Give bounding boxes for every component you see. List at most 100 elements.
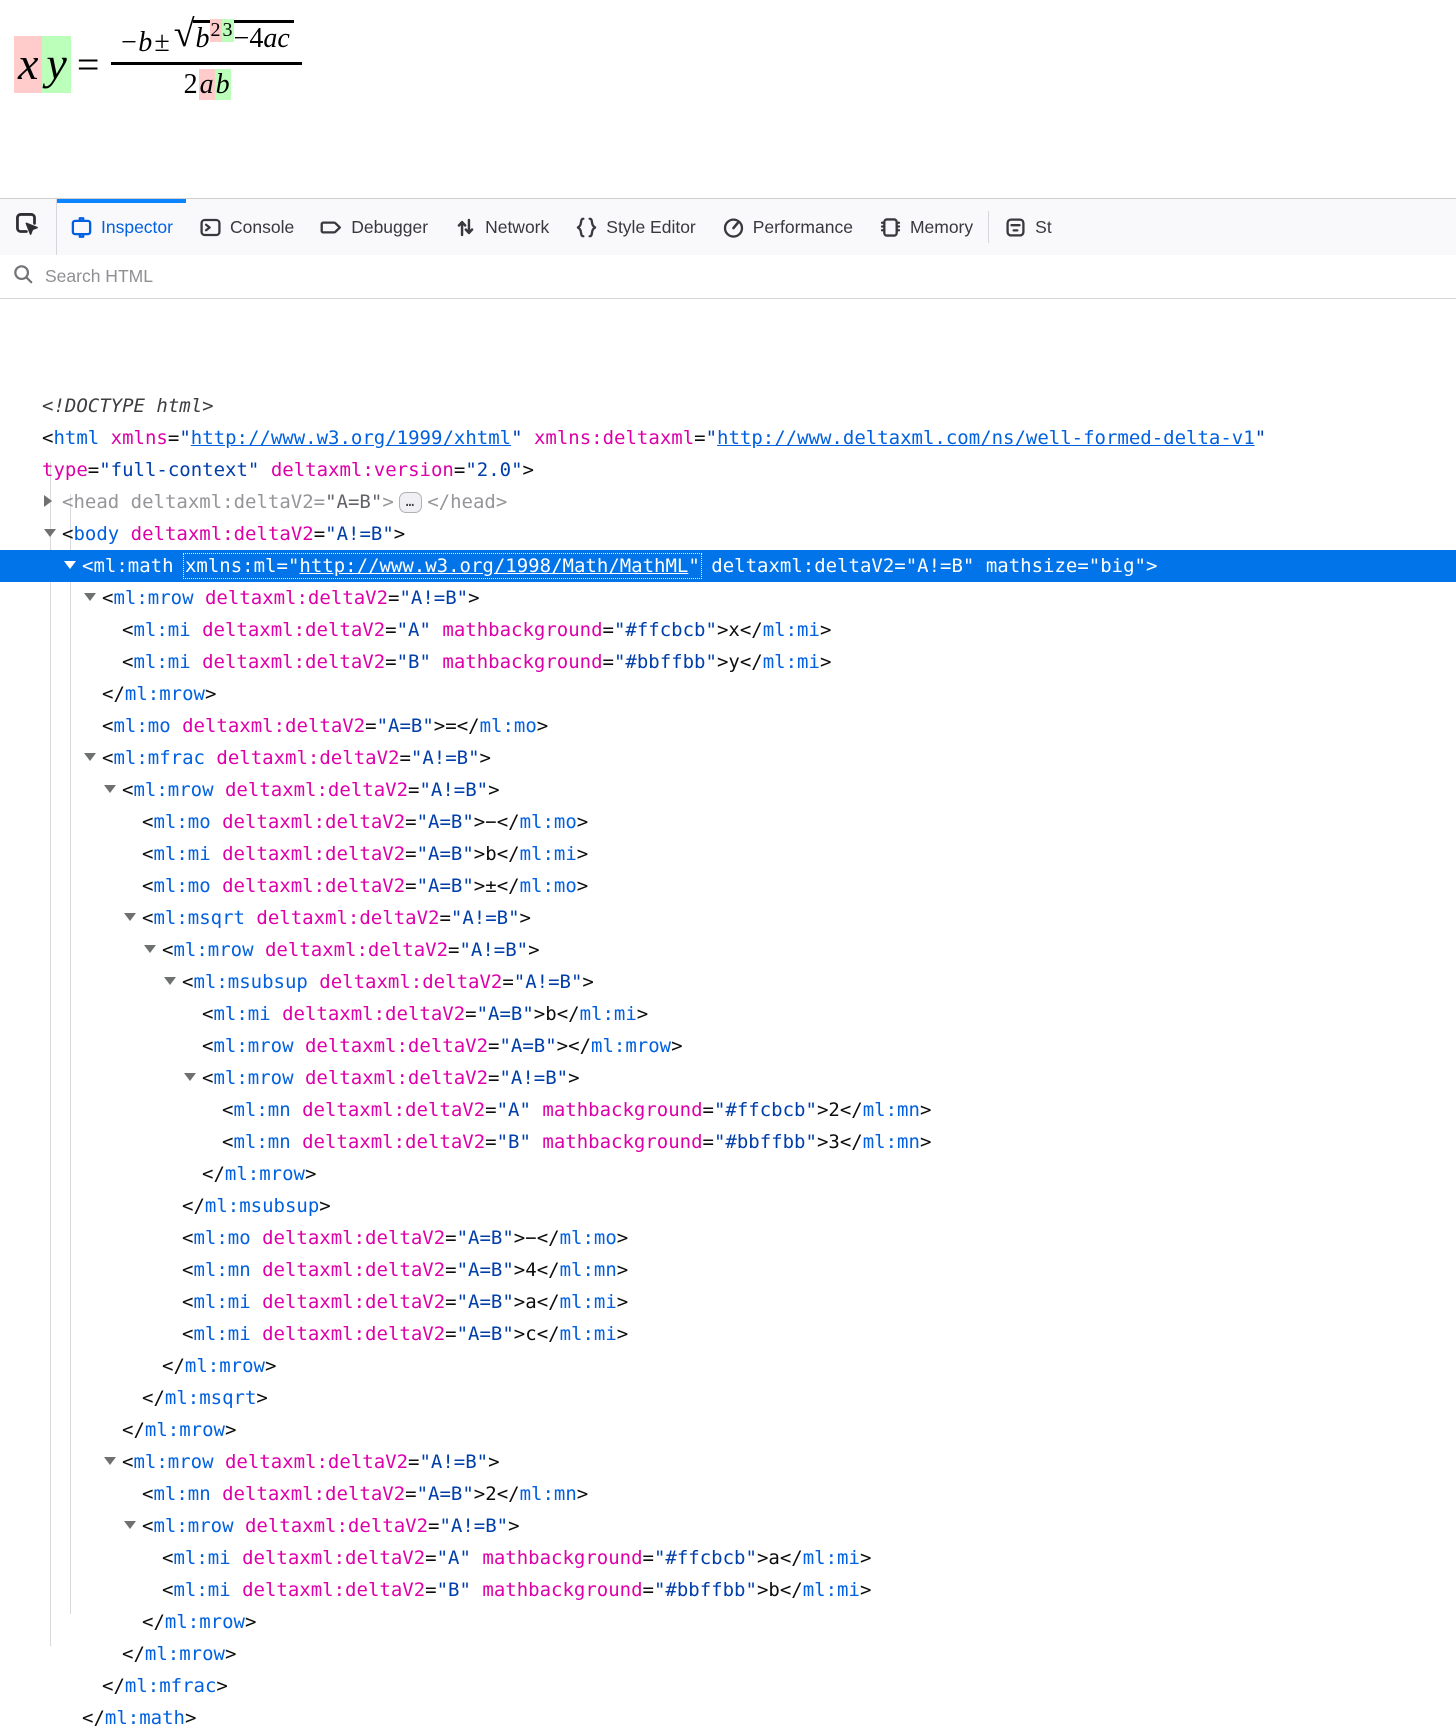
markup-node-row[interactable]: </ml:mrow> — [0, 678, 1456, 710]
attribute-link[interactable]: http://www.deltaxml.com/ns/well-formed-d… — [717, 427, 1255, 449]
markup-node-row[interactable]: </ml:mrow> — [0, 1350, 1456, 1382]
markup-node-row[interactable]: <ml:mrow deltaxml:deltaV2="A!=B"> — [0, 1510, 1456, 1542]
code-punctuation: > — [514, 1227, 525, 1249]
markup-node-row[interactable]: <ml:mi deltaxml:deltaV2="A=B">b</ml:mi> — [0, 998, 1456, 1030]
expand-arrow-icon[interactable] — [104, 1446, 122, 1478]
attribute-name: deltaxml:deltaV2 — [242, 1579, 425, 1601]
tab-label: Performance — [753, 217, 853, 238]
markup-node-row[interactable]: <ml:mi deltaxml:deltaV2="A" mathbackgrou… — [0, 1542, 1456, 1574]
markup-node-row[interactable]: <ml:mi deltaxml:deltaV2="B" mathbackgrou… — [0, 646, 1456, 678]
markup-node-row[interactable]: <ml:mn deltaxml:deltaV2="B" mathbackgrou… — [0, 1126, 1456, 1158]
expand-arrow-icon[interactable] — [124, 1510, 142, 1542]
tag-name: ml:mo — [520, 811, 577, 833]
markup-node-row[interactable]: <ml:mo deltaxml:deltaV2="A=B">=</ml:mo> — [0, 710, 1456, 742]
tab-inspector[interactable]: Inspector — [57, 199, 186, 255]
markup-node-row[interactable]: <ml:msqrt deltaxml:deltaV2="A!=B"> — [0, 902, 1456, 934]
text-node: a — [768, 1547, 779, 1569]
markup-node-row[interactable]: <ml:mrow deltaxml:deltaV2="A!=B"> — [0, 774, 1456, 806]
code-punctuation — [294, 1067, 305, 1089]
doctype-text: <!DOCTYPE html> — [42, 395, 214, 417]
markup-node-row[interactable]: <ml:mo deltaxml:deltaV2="A=B">−</ml:mo> — [0, 1222, 1456, 1254]
markup-node-row[interactable]: <ml:mrow deltaxml:deltaV2="A!=B"> — [0, 1446, 1456, 1478]
search-input[interactable] — [43, 265, 1444, 288]
markup-node-row[interactable]: <body deltaxml:deltaV2="A!=B"> — [0, 518, 1456, 550]
code-punctuation: > — [617, 1259, 628, 1281]
attribute-link[interactable]: http://www.w3.org/1998/Math/MathML — [299, 555, 688, 577]
expand-arrow-icon[interactable] — [124, 902, 142, 934]
markup-node-row[interactable]: type="full-context" deltaxml:version="2.… — [0, 454, 1456, 486]
markup-node-row[interactable]: <ml:mn deltaxml:deltaV2="A=B">4</ml:mn> — [0, 1254, 1456, 1286]
inspector-icon — [70, 216, 93, 239]
radicand: b23−4ac — [193, 20, 294, 55]
expand-arrow-icon[interactable] — [44, 518, 62, 550]
tag-name: ml:mi — [560, 1323, 617, 1345]
markup-node-row[interactable]: <!DOCTYPE html> — [0, 390, 1456, 422]
markup-node-row[interactable]: </ml:math> — [0, 1702, 1456, 1726]
tab-debugger[interactable]: Debugger — [307, 199, 441, 255]
collapsed-content-badge[interactable]: … — [399, 492, 422, 513]
markup-node-row[interactable]: <ml:mrow deltaxml:deltaV2="A!=B"> — [0, 934, 1456, 966]
markup-node-row[interactable]: <ml:mi deltaxml:deltaV2="B" mathbackgrou… — [0, 1574, 1456, 1606]
code-punctuation: > — [671, 1035, 682, 1057]
code-punctuation: </ — [497, 843, 520, 865]
markup-node-row[interactable]: <ml:mfrac deltaxml:deltaV2="A!=B"> — [0, 742, 1456, 774]
tab-label: St — [1035, 217, 1052, 238]
expand-arrow-icon[interactable] — [84, 582, 102, 614]
expand-arrow-icon[interactable] — [64, 550, 82, 582]
expand-arrow-icon[interactable] — [104, 774, 122, 806]
minus-b: −b — [119, 27, 152, 59]
expand-arrow-icon[interactable] — [184, 1062, 202, 1094]
attribute-value: " — [511, 427, 522, 449]
tab-console[interactable]: Console — [186, 199, 307, 255]
markup-node-row[interactable]: </ml:mrow> — [0, 1606, 1456, 1638]
expand-arrow-icon[interactable] — [144, 934, 162, 966]
markup-node-row[interactable]: <html xmlns="http://www.w3.org/1999/xhtm… — [0, 422, 1456, 454]
tab-style-editor[interactable]: Style Editor — [562, 199, 708, 255]
markup-node-row[interactable]: <ml:mo deltaxml:deltaV2="A=B">±</ml:mo> — [0, 870, 1456, 902]
markup-node-row[interactable]: <ml:mn deltaxml:deltaV2="A" mathbackgrou… — [0, 1094, 1456, 1126]
attribute-value: "A!=B" — [419, 779, 488, 801]
markup-node-row[interactable]: <ml:mi deltaxml:deltaV2="A=B">c</ml:mi> — [0, 1318, 1456, 1350]
tab-performance[interactable]: Performance — [709, 199, 866, 255]
markup-node-row[interactable]: <head deltaxml:deltaV2="A=B">…</head> — [0, 486, 1456, 518]
markup-node-row[interactable]: <ml:mrow deltaxml:deltaV2="A=B"></ml:mro… — [0, 1030, 1456, 1062]
tag-name: ml:mfrac — [125, 1675, 217, 1697]
attribute-value: "A=B" — [457, 1323, 514, 1345]
expand-arrow-icon[interactable] — [84, 742, 102, 774]
code-punctuation: < — [202, 1067, 213, 1089]
attribute-name: deltaxml:deltaV2 — [202, 651, 385, 673]
markup-node-row[interactable]: <ml:mn deltaxml:deltaV2="A=B">2</ml:mn> — [0, 1478, 1456, 1510]
markup-search-bar — [0, 255, 1456, 299]
code-punctuation: = — [1077, 555, 1088, 577]
code-punctuation: = — [488, 1035, 499, 1057]
markup-node-row[interactable]: </ml:msqrt> — [0, 1382, 1456, 1414]
markup-node-row[interactable]: </ml:msubsup> — [0, 1190, 1456, 1222]
code-punctuation: > — [577, 843, 588, 865]
markup-node-row[interactable]: </ml:mfrac> — [0, 1670, 1456, 1702]
markup-node-row[interactable]: <ml:mrow deltaxml:deltaV2="A!=B"> — [0, 582, 1456, 614]
markup-node-row-selected[interactable]: <ml:math xmlns:ml="http://www.w3.org/199… — [0, 550, 1456, 582]
code-punctuation: < — [222, 1131, 233, 1153]
attribute-link[interactable]: http://www.w3.org/1999/xhtml — [191, 427, 511, 449]
tab-network[interactable]: Network — [441, 199, 562, 255]
markup-node-row[interactable]: </ml:mrow> — [0, 1158, 1456, 1190]
markup-node-row[interactable]: <ml:mo deltaxml:deltaV2="A=B">−</ml:mo> — [0, 806, 1456, 838]
expand-arrow-icon[interactable] — [164, 966, 182, 998]
expand-arrow-icon[interactable] — [44, 486, 62, 518]
attribute-name: deltaxml:deltaV2 — [222, 843, 405, 865]
tag-name: ml:mi — [803, 1579, 860, 1601]
markup-node-row[interactable]: <ml:mi deltaxml:deltaV2="A=B">b</ml:mi> — [0, 838, 1456, 870]
tag-name: ml:mn — [863, 1131, 920, 1153]
square-root: √ b23−4ac — [174, 20, 294, 58]
markup-node-row[interactable]: <ml:mi deltaxml:deltaV2="A=B">a</ml:mi> — [0, 1286, 1456, 1318]
tab-st[interactable]: St — [991, 199, 1065, 255]
chevron-down-icon — [124, 913, 136, 921]
markup-node-row[interactable]: </ml:mrow> — [0, 1638, 1456, 1670]
markup-node-row[interactable]: </ml:mrow> — [0, 1414, 1456, 1446]
markup-node-row[interactable]: <ml:msubsup deltaxml:deltaV2="A!=B"> — [0, 966, 1456, 998]
markup-node-row[interactable]: <ml:mi deltaxml:deltaV2="A" mathbackgrou… — [0, 614, 1456, 646]
markup-node-row[interactable]: <ml:mrow deltaxml:deltaV2="A!=B"> — [0, 1062, 1456, 1094]
node-picker-button[interactable] — [0, 199, 57, 255]
tab-memory[interactable]: Memory — [866, 199, 986, 255]
attribute-name: mathbackground — [482, 1547, 642, 1569]
